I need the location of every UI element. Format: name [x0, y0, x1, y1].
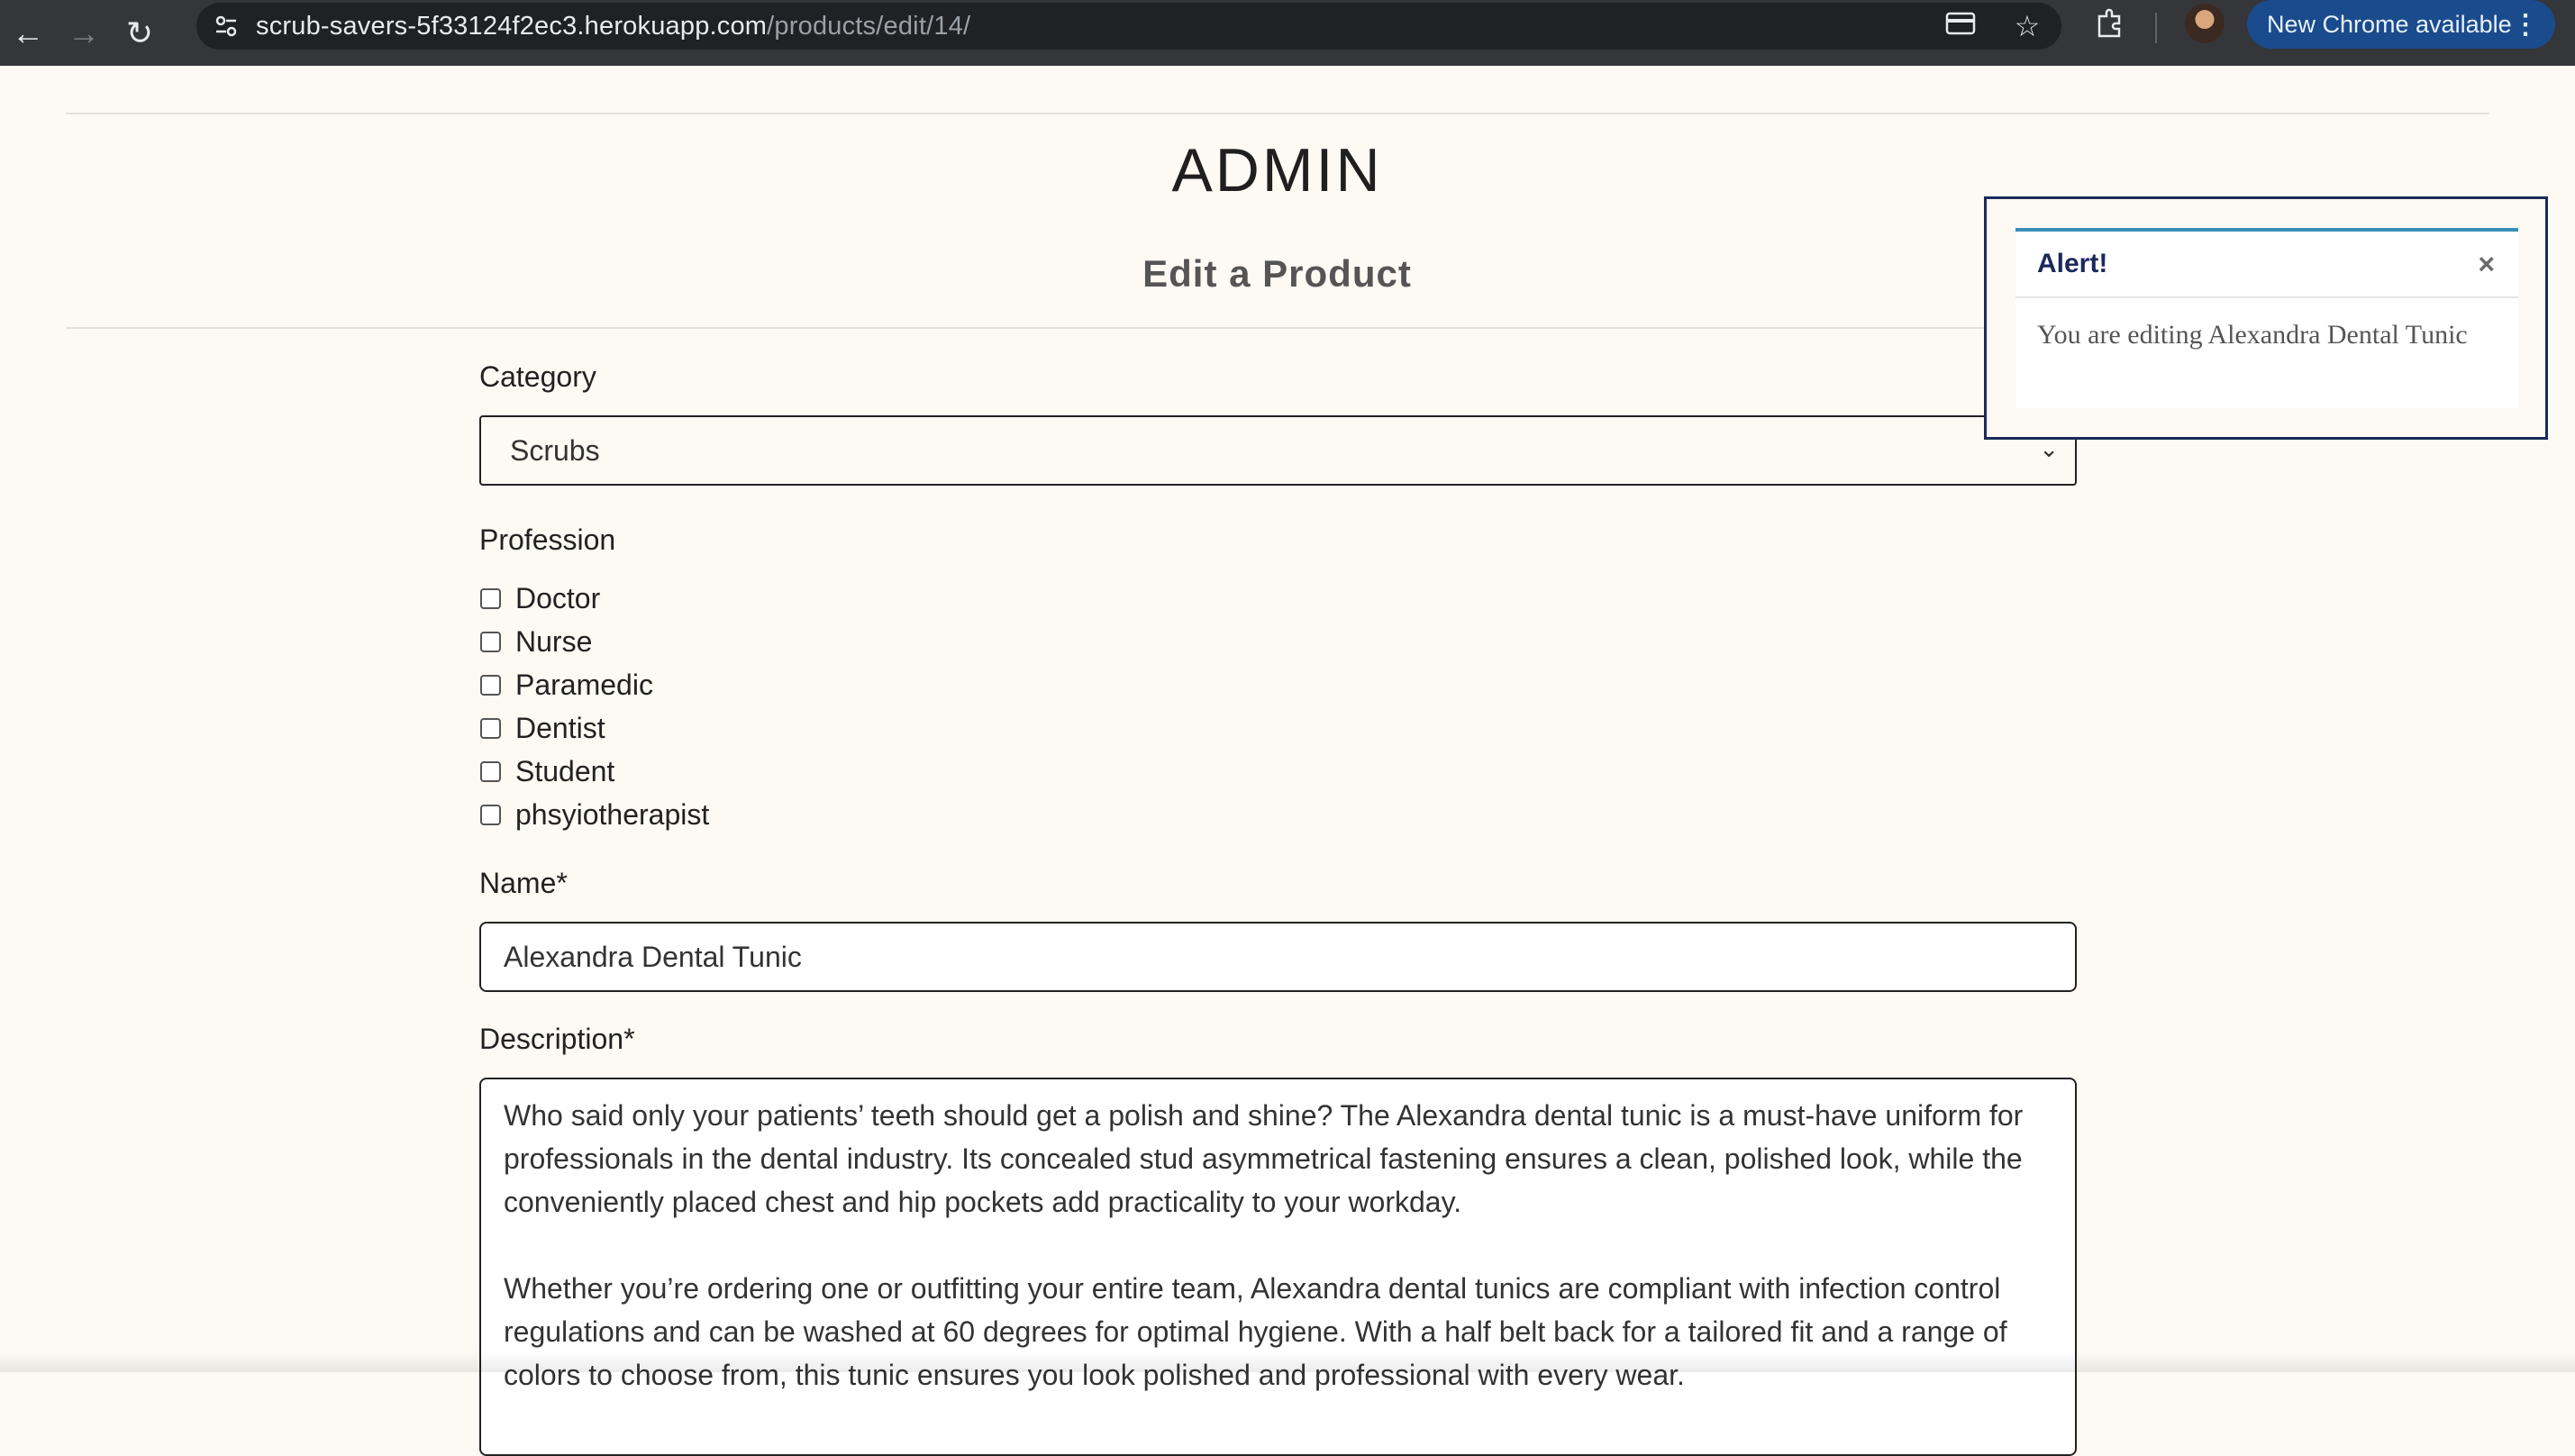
profession-option-physiotherapist[interactable]: phsyiotherapist [479, 793, 2077, 836]
category-label: Category [479, 360, 596, 393]
checkbox[interactable] [480, 804, 501, 825]
profession-option-paramedic[interactable]: Paramedic [479, 663, 2077, 706]
alert-title: Alert! [2037, 249, 2108, 278]
alert-toast: Alert! × You are editing Alexandra Denta… [1984, 196, 2548, 440]
checkbox[interactable] [480, 717, 501, 739]
update-label: New Chrome available [2267, 10, 2512, 38]
reload-icon[interactable]: ↻ [112, 0, 168, 66]
profession-option-doctor[interactable]: Doctor [479, 577, 2077, 620]
description-paragraph: Who said only your patients’ teeth shoul… [504, 1099, 2024, 1218]
alert-header: Alert! × [2015, 232, 2518, 298]
site-info-icon[interactable] [196, 3, 256, 50]
profession-option-student[interactable]: Student [479, 750, 2077, 793]
name-value: Alexandra Dental Tunic [504, 940, 802, 973]
category-select[interactable]: Scrubs ⌄ [479, 415, 2077, 486]
new-chrome-available-button[interactable]: New Chrome available ⋮ [2247, 0, 2555, 49]
back-icon[interactable]: ← [0, 0, 56, 66]
checkbox-label: Paramedic [515, 668, 653, 701]
profession-option-nurse[interactable]: Nurse [479, 620, 2077, 663]
profession-label: Profession [479, 523, 616, 556]
checkbox-label: Nurse [515, 624, 593, 658]
checkbox-label: Dentist [515, 711, 605, 744]
description-textarea[interactable]: Who said only your patients’ teeth shoul… [479, 1078, 2077, 1456]
name-input[interactable]: Alexandra Dental Tunic [479, 922, 2077, 992]
toolbar-divider [2155, 13, 2157, 43]
close-icon[interactable]: × [2478, 248, 2495, 281]
bottom-shadow [0, 1351, 2575, 1372]
more-menu-icon[interactable]: ⋮ [2512, 9, 2539, 41]
browser-toolbar: ← → ↻ scrub-savers-5f33124f2ec3.herokuap… [0, 0, 2575, 66]
divider-top [66, 113, 2489, 114]
checkbox-label: Student [515, 754, 615, 787]
description-label: Description* [479, 1023, 635, 1055]
checkbox[interactable] [480, 674, 501, 696]
bookmark-star-icon[interactable]: ☆ [2011, 9, 2043, 43]
alert-card: Alert! × You are editing Alexandra Denta… [2015, 228, 2518, 408]
category-value: Scrubs [510, 433, 600, 467]
edit-product-form: Category Scrubs ⌄ Profession Doctor Nurs… [479, 360, 2077, 1456]
page-title: ADMIN [1171, 136, 1383, 205]
url-text: scrub-savers-5f33124f2ec3.herokuapp.com/… [256, 11, 971, 41]
card-icon[interactable] [1944, 10, 1977, 43]
checkbox[interactable] [480, 587, 501, 609]
extensions-icon[interactable] [2090, 7, 2130, 48]
checkbox-label: Doctor [515, 581, 601, 614]
address-bar[interactable]: scrub-savers-5f33124f2ec3.herokuapp.com/… [196, 3, 2061, 50]
description-paragraph: Whether you’re ordering one or outfittin… [504, 1272, 2007, 1391]
checkbox[interactable] [480, 760, 501, 782]
forward-icon[interactable]: → [56, 0, 112, 66]
checkbox[interactable] [480, 631, 501, 652]
alert-message: You are editing Alexandra Dental Tunic [2037, 320, 2468, 350]
profession-checkbox-list: Doctor Nurse Paramedic Dentist Student p… [479, 577, 2077, 836]
checkbox-label: phsyiotherapist [515, 797, 710, 831]
name-label: Name* [479, 867, 568, 899]
profession-option-dentist[interactable]: Dentist [479, 706, 2077, 750]
profile-avatar[interactable] [2185, 4, 2225, 43]
